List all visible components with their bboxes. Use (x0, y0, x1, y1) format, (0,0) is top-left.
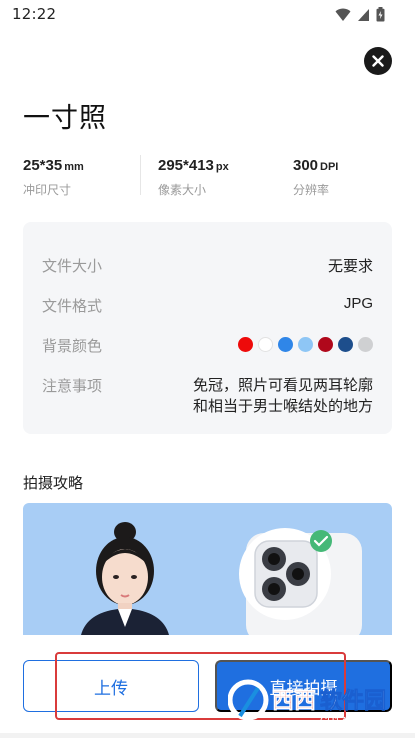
status-time: 12:22 (12, 5, 57, 23)
color-swatch (278, 337, 293, 352)
signal-icon (358, 8, 369, 21)
color-swatch (318, 337, 333, 352)
spec-value: 25*35 (23, 157, 63, 174)
spec-unit: px (215, 161, 229, 173)
portrait-illustration (81, 522, 362, 635)
spec-print-size: 25*35 mm 冲印尺寸 (23, 155, 84, 198)
notice-line: 免冠，照片可看见两耳轮廓 (192, 376, 373, 394)
info-value: JPG (343, 295, 373, 312)
wifi-icon (335, 8, 351, 21)
color-swatch (298, 337, 313, 352)
spec-pixel-size: 295*413 px 像素大小 (158, 155, 229, 198)
color-swatches (238, 337, 373, 352)
info-value-notice: 免冠，照片可看见两耳轮廓 和相当于男士喉结处的地方 (173, 375, 373, 417)
spec-value: 300 (293, 157, 319, 174)
color-swatch (258, 337, 273, 352)
divider (140, 155, 141, 195)
spec-label: 像素大小 (158, 183, 207, 197)
info-card: 文件大小 无要求 文件格式 JPG 背景颜色 注意事项 免冠，照片可看见两耳轮廓… (23, 222, 392, 434)
spec-unit: mm (64, 161, 84, 173)
spec-label: 冲印尺寸 (23, 183, 72, 197)
info-key: 文件格式 (42, 297, 103, 315)
close-icon (372, 55, 384, 67)
info-key: 注意事项 (42, 377, 103, 395)
battery-icon (376, 7, 385, 22)
guide-banner[interactable] (23, 503, 392, 635)
spec-value: 295*413 (158, 157, 214, 174)
color-swatch (338, 337, 353, 352)
close-button[interactable] (364, 47, 392, 75)
info-key: 文件大小 (42, 257, 103, 275)
color-swatch (358, 337, 373, 352)
spec-unit: DPI (320, 161, 339, 173)
status-icons (335, 7, 385, 22)
notice-line: 和相当于男士喉结处的地方 (192, 397, 373, 415)
spec-label: 分辨率 (293, 183, 330, 197)
guide-title: 拍摄攻略 (23, 474, 84, 492)
spec-resolution: 300 DPI 分辨率 (293, 155, 338, 198)
info-key: 背景颜色 (42, 337, 103, 355)
home-indicator (0, 733, 415, 738)
page-title: 一寸照 (23, 103, 107, 134)
info-value: 无要求 (327, 257, 373, 275)
status-bar: 12:22 (0, 0, 415, 30)
photo-specs: 25*35 mm 冲印尺寸 295*413 px 像素大小 300 DPI 分辨率 (23, 155, 393, 199)
shoot-button[interactable]: 直接拍摄 (215, 660, 392, 712)
color-swatch (238, 337, 253, 352)
upload-button[interactable]: 上传 (23, 660, 199, 712)
